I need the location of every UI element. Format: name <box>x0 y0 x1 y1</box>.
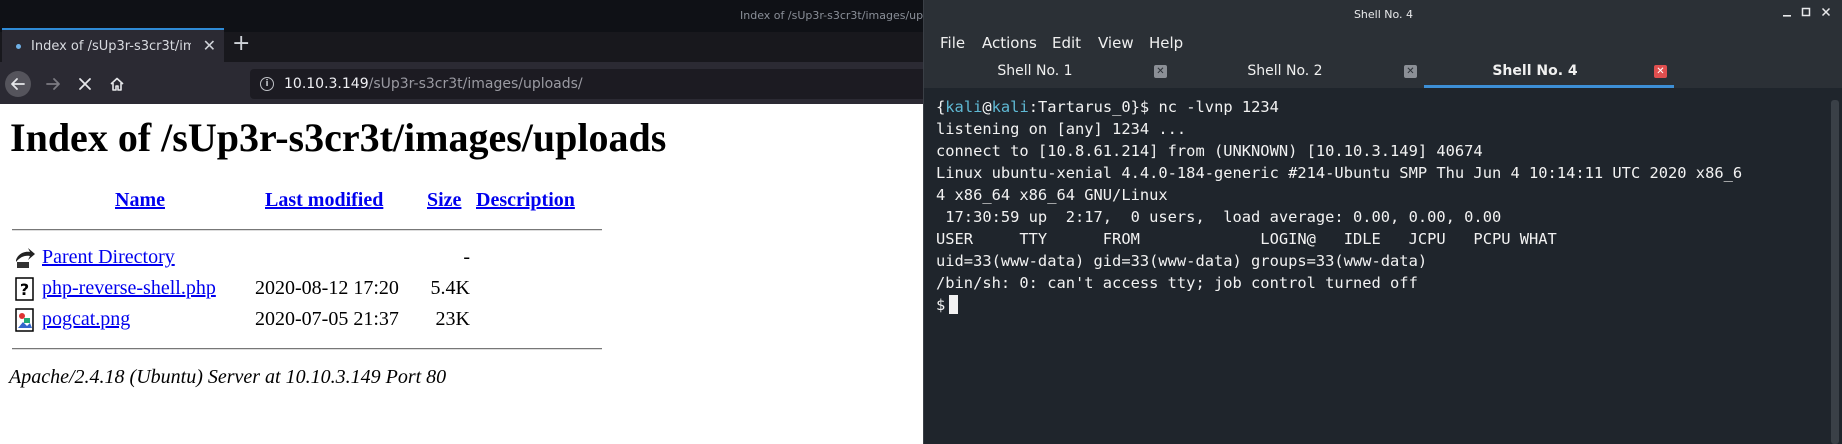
prompt-host: kali <box>991 98 1029 116</box>
prompt-user: kali <box>945 98 983 116</box>
column-header-name[interactable]: Name <box>115 189 165 212</box>
maximize-icon[interactable] <box>1801 6 1811 22</box>
file-size: 23K <box>435 308 470 330</box>
output-line: Linux ubuntu-xenial 4.4.0-184-generic #2… <box>936 164 1743 182</box>
browser-window-title: Index of /sUp3r-s3cr3t/images/uploads <box>740 9 953 22</box>
shell-prompt: $ <box>936 296 946 314</box>
url-host: 10.10.3.149 <box>284 76 369 92</box>
file-modified: 2020-08-12 17:20 <box>255 277 399 299</box>
terminal-window: Shell No. 4 File Actions Edit View Help … <box>923 0 1842 444</box>
menu-file[interactable]: File <box>940 34 965 52</box>
shell-prompt-line[interactable]: $ <box>936 294 1829 316</box>
browser-tab-active[interactable]: Index of /sUp3r-s3cr3t/images/uploads ✕ <box>2 28 224 62</box>
tab-label: Shell No. 2 <box>1247 63 1323 79</box>
browser-tab-label: Index of /sUp3r-s3cr3t/images/uploads <box>31 38 191 54</box>
output-line: USER TTY FROM LOGIN@ IDLE JCPU PCPU WHAT <box>936 230 1557 248</box>
menu-help[interactable]: Help <box>1149 34 1183 52</box>
url-path: /sUp3r-s3cr3t/images/uploads/ <box>368 76 583 92</box>
forward-arrow-icon[interactable] <box>40 71 66 97</box>
prompt-open: { <box>936 98 946 116</box>
unknown-file-icon: ? <box>14 277 36 301</box>
prompt-line: {kali@kali:Tartarus_0}$ nc -lvnp 1234 <box>936 96 1829 118</box>
tab-close-icon[interactable]: ✕ <box>1154 65 1167 78</box>
stop-loading-icon[interactable] <box>72 71 98 97</box>
terminal-titlebar: Shell No. 4 <box>924 0 1842 30</box>
command-text: nc -lvnp 1234 <box>1149 98 1279 116</box>
text-cursor <box>949 295 959 314</box>
menu-actions[interactable]: Actions <box>982 34 1037 52</box>
prompt-at: @ <box>982 98 992 116</box>
page-title: Index of /sUp3r-s3cr3t/images/uploads <box>10 115 667 160</box>
site-info-icon[interactable]: i <box>260 77 274 91</box>
file-link[interactable]: pogcat.png <box>42 308 130 331</box>
table-row: pogcat.png 2020-07-05 21:37 23K <box>12 306 612 334</box>
menu-view[interactable]: View <box>1098 34 1134 52</box>
tab-shell-1[interactable]: Shell No. 1 ✕ <box>924 58 1174 88</box>
browser-window: Index of /sUp3r-s3cr3t/images/uploads In… <box>0 0 952 444</box>
back-arrow-icon[interactable] <box>5 71 31 97</box>
tab-close-icon[interactable]: ✕ <box>203 38 216 54</box>
output-line: connect to [10.8.61.214] from (UNKNOWN) … <box>936 142 1483 160</box>
divider <box>12 229 602 231</box>
back-folder-icon <box>14 246 36 270</box>
file-size: - <box>463 246 470 268</box>
window-close-icon[interactable] <box>1821 6 1831 22</box>
tab-shell-4[interactable]: Shell No. 4 ✕ <box>1424 58 1674 88</box>
output-line: 4 x86_64 x86_64 GNU/Linux <box>936 186 1168 204</box>
tab-label: Shell No. 4 <box>1492 63 1578 79</box>
new-tab-button[interactable]: + <box>232 32 250 56</box>
file-modified: 2020-07-05 21:37 <box>255 308 399 330</box>
terminal-tabbar: Shell No. 1 ✕ Shell No. 2 ✕ Shell No. 4 … <box>924 58 1842 88</box>
file-link[interactable]: php-reverse-shell.php <box>42 277 216 300</box>
menu-edit[interactable]: Edit <box>1052 34 1081 52</box>
image-file-icon <box>14 308 36 332</box>
tab-close-icon[interactable]: ✕ <box>1654 65 1667 78</box>
output-line: uid=33(www-data) gid=33(www-data) groups… <box>936 252 1428 270</box>
url-bar[interactable]: i 10.10.3.149/sUp3r-s3cr3t/images/upload… <box>250 69 930 99</box>
output-line: listening on [any] 1234 ... <box>936 120 1187 138</box>
terminal-menubar: File Actions Edit View Help <box>924 30 1842 58</box>
column-header-size[interactable]: Size <box>427 189 461 212</box>
minimize-icon[interactable] <box>1782 6 1792 22</box>
prompt-close: }$ <box>1130 98 1150 116</box>
home-icon[interactable] <box>104 71 130 97</box>
tab-loading-dot-icon <box>16 43 21 49</box>
column-header-last-modified[interactable]: Last modified <box>265 189 383 212</box>
output-line: 17:30:59 up 2:17, 0 users, load average:… <box>936 208 1502 226</box>
terminal-scrollbar[interactable] <box>1831 100 1839 444</box>
svg-text:?: ? <box>20 280 29 299</box>
table-row: Parent Directory - <box>12 244 612 272</box>
column-header-description[interactable]: Description <box>476 189 575 212</box>
output-line: /bin/sh: 0: can't access tty; job contro… <box>936 274 1418 292</box>
tab-shell-2[interactable]: Shell No. 2 ✕ <box>1174 58 1424 88</box>
tab-label: Shell No. 1 <box>997 63 1073 79</box>
page-content: Index of /sUp3r-s3cr3t/images/uploads Na… <box>0 104 923 444</box>
prompt-dir: :Tartarus_0 <box>1028 98 1131 116</box>
terminal-output[interactable]: {kali@kali:Tartarus_0}$ nc -lvnp 1234 li… <box>924 88 1829 444</box>
divider <box>12 348 602 350</box>
server-signature: Apache/2.4.18 (Ubuntu) Server at 10.10.3… <box>9 366 447 388</box>
file-link[interactable]: Parent Directory <box>42 246 175 269</box>
tab-close-icon[interactable]: ✕ <box>1404 65 1417 78</box>
file-size: 5.4K <box>430 277 470 299</box>
browser-navbar: i 10.10.3.149/sUp3r-s3cr3t/images/upload… <box>0 62 930 104</box>
table-row: ? php-reverse-shell.php 2020-08-12 17:20… <box>12 275 612 303</box>
terminal-window-title: Shell No. 4 <box>1353 8 1414 21</box>
